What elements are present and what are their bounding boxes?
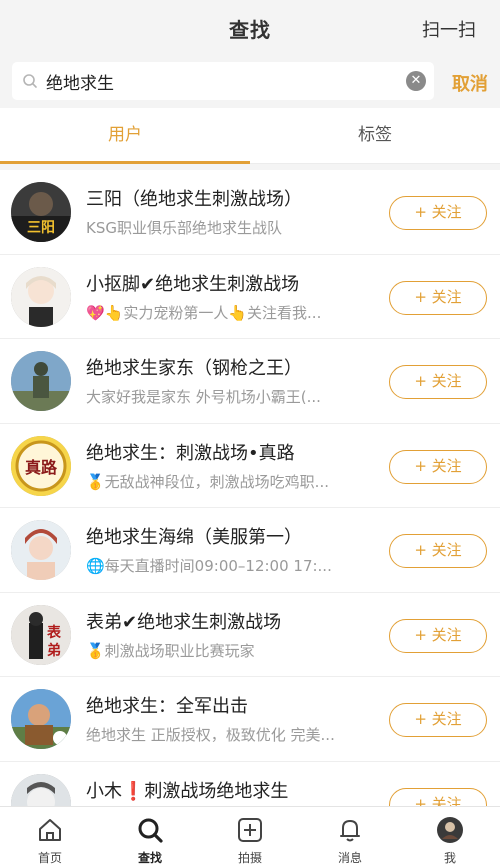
list-item[interactable]: 小抠脚✔绝地求生刺激战场 💖👆实力宠粉第一人👆关注看我... + 关注	[0, 255, 500, 339]
follow-button[interactable]: + 关注	[389, 280, 487, 315]
avatar	[11, 689, 71, 749]
follow-button[interactable]: + 关注	[389, 196, 487, 230]
nav-label: 我	[443, 851, 456, 865]
follow-button[interactable]: + 关注	[389, 618, 487, 653]
avatar: 表弟	[11, 604, 71, 665]
bell-icon	[340, 820, 360, 842]
user-name: 小木❗刺激战场绝地求生	[86, 780, 289, 802]
list-item[interactable]: 绝地求生家东（钢枪之王） 大家好我是家东 外号机场小霸王(... + 关注	[0, 339, 500, 424]
list-item[interactable]: 三阳 三阳（绝地求生刺激战场） KSG职业俱乐部绝地求生战队 + 关注	[0, 170, 500, 255]
svg-text:真路: 真路	[25, 458, 58, 477]
cancel-button[interactable]: 取消	[452, 70, 488, 96]
tab-users[interactable]: 用户	[0, 108, 250, 164]
user-name: 绝地求生海绵（美服第一）	[86, 527, 302, 548]
nav-label: 查找	[137, 851, 162, 865]
profile-avatar	[437, 817, 463, 843]
user-name: 绝地求生：全军出击	[86, 696, 248, 717]
user-name: 表弟✔绝地求生刺激战场	[86, 611, 282, 633]
follow-button[interactable]: + 关注	[389, 703, 487, 737]
list-item[interactable]: 真路 绝地求生：刺激战场•真路 🥇无敌战神段位，刺激战场吃鸡职... + 关注	[0, 424, 500, 508]
scan-button[interactable]: 扫一扫	[422, 16, 476, 42]
svg-text:表: 表	[46, 624, 62, 641]
search-input[interactable]	[46, 62, 406, 100]
list-item[interactable]: 绝地求生：全军出击 绝地求生 正版授权，极致优化 完美... + 关注	[0, 677, 500, 762]
nav-label: 首页	[37, 851, 62, 865]
user-description: 💖👆实力宠粉第一人👆关注看我...	[86, 303, 322, 322]
user-description: 🥇刺激战场职业比赛玩家	[86, 641, 255, 660]
follow-button[interactable]: + 关注	[389, 449, 487, 484]
bottom-nav: 首页 查找 拍摄 消息 我	[0, 806, 500, 867]
svg-text:三阳: 三阳	[27, 220, 55, 236]
nav-camera[interactable]: 拍摄	[200, 807, 300, 867]
follow-button[interactable]: + 关注	[389, 787, 487, 806]
user-description: 大家好我是家东 外号机场小霸王(...	[86, 388, 321, 406]
nav-home[interactable]: 首页	[0, 807, 100, 867]
nav-label: 拍摄	[237, 851, 262, 865]
avatar: 真路	[11, 435, 71, 496]
nav-search[interactable]: 查找	[100, 807, 200, 867]
avatar	[11, 773, 71, 806]
user-name: 绝地求生家东（钢枪之王）	[86, 358, 302, 379]
user-result-list: 三阳 三阳（绝地求生刺激战场） KSG职业俱乐部绝地求生战队 + 关注 小抠脚✔…	[0, 170, 500, 806]
follow-button[interactable]: + 关注	[389, 534, 487, 568]
user-description: KSG职业俱乐部绝地求生战队	[86, 219, 282, 237]
tab-tags[interactable]: 标签	[250, 108, 500, 164]
user-name: 小抠脚✔绝地求生刺激战场	[86, 273, 300, 295]
list-item[interactable]: 小木❗刺激战场绝地求生 + 关注	[0, 762, 500, 806]
list-item[interactable]: 绝地求生海绵（美服第一） 🌐每天直播时间09:00–12:00 17:... +…	[0, 508, 500, 593]
nav-messages[interactable]: 消息	[300, 807, 400, 867]
follow-button[interactable]: + 关注	[389, 365, 487, 399]
active-tab-indicator	[0, 161, 250, 164]
search-icon	[138, 818, 163, 843]
nav-me[interactable]: 我	[400, 807, 500, 867]
search-box[interactable]: ✕	[12, 62, 434, 100]
svg-text:弟: 弟	[47, 642, 61, 659]
avatar: 三阳	[11, 182, 71, 242]
camera-plus-icon	[238, 818, 262, 842]
avatar	[11, 351, 71, 411]
search-icon	[23, 74, 37, 88]
avatar	[11, 266, 71, 327]
user-description: 绝地求生 正版授权，极致优化 完美...	[86, 726, 335, 744]
user-name: 绝地求生：刺激战场•真路	[86, 442, 295, 464]
nav-label: 消息	[337, 851, 362, 865]
user-description: 🌐每天直播时间09:00–12:00 17:...	[86, 557, 332, 575]
avatar	[11, 520, 71, 580]
clear-icon[interactable]: ✕	[406, 71, 426, 91]
result-tabs: 用户 标签	[0, 108, 500, 164]
user-description: 🥇无敌战神段位，刺激战场吃鸡职...	[86, 472, 329, 491]
list-item[interactable]: 表弟 表弟✔绝地求生刺激战场 🥇刺激战场职业比赛玩家 + 关注	[0, 593, 500, 677]
user-name: 三阳（绝地求生刺激战场）	[86, 189, 302, 210]
home-icon	[39, 819, 61, 841]
search-bar: ✕ 取消	[0, 58, 500, 108]
header: 查找 扫一扫	[0, 0, 500, 58]
